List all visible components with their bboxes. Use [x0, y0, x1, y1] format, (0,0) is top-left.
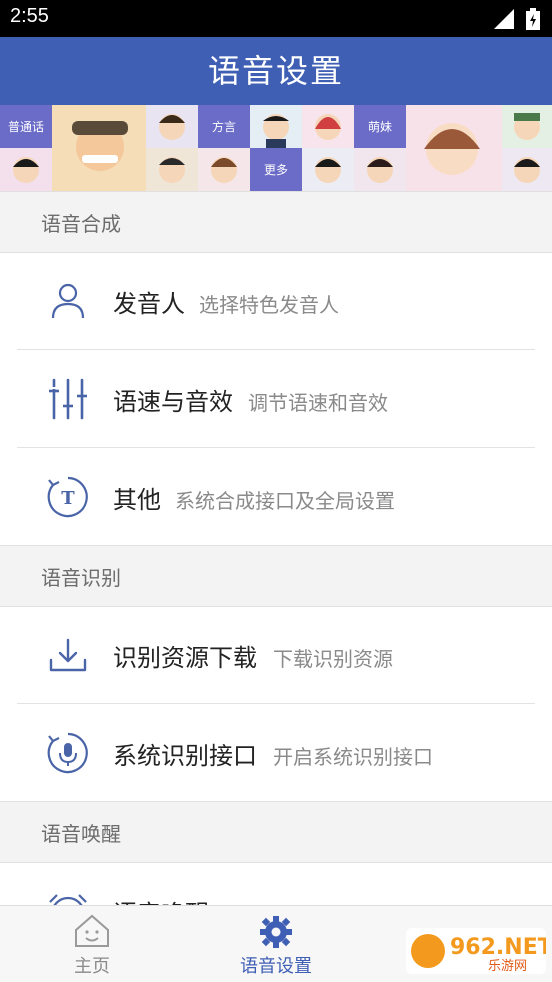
tab-label: 主页	[74, 956, 110, 977]
watermark-text: 962.NET	[450, 935, 546, 960]
text-settings-icon: T	[47, 476, 88, 518]
menu-item-label: 其他	[113, 486, 161, 514]
section-header-label: 语音合成	[41, 212, 121, 236]
person-icon	[51, 283, 85, 319]
mic-refresh-icon	[47, 732, 88, 774]
download-icon	[49, 638, 87, 672]
svg-text:T: T	[61, 488, 75, 509]
signal-icon	[494, 9, 514, 29]
watermark-graphic: 962.NET 乐游网	[406, 928, 552, 974]
gear-icon	[260, 916, 292, 948]
menu-item-system-recognition[interactable]: 系统识别接口 开启系统识别接口	[0, 704, 552, 801]
tab-home[interactable]: 主页	[42, 906, 142, 982]
section-header-label: 语音识别	[41, 566, 121, 590]
menu-item-label: 语速与音效	[113, 388, 233, 416]
menu-item-download-resources[interactable]: 识别资源下载 下载识别资源	[0, 606, 552, 703]
menu-item-description: 调节语速和音效	[248, 391, 388, 415]
menu-item-description: 下载识别资源	[273, 647, 393, 671]
sliders-icon	[49, 378, 87, 420]
menu-item-label: 发音人	[113, 290, 185, 318]
home-icon	[75, 914, 109, 947]
section-header-recognition: 语音识别	[0, 545, 552, 607]
section-header-wakeup: 语音唤醒	[0, 801, 552, 863]
tab-voice-settings[interactable]: 语音设置	[226, 906, 326, 982]
menu-item-label: 系统识别接口	[113, 742, 257, 770]
menu-item-other[interactable]: T 其他 系统合成接口及全局设置	[0, 448, 552, 545]
menu-item-speaker[interactable]: 发音人 选择特色发音人	[0, 252, 552, 349]
status-time: 2:55	[10, 5, 49, 27]
watermark-sub: 乐游网	[488, 959, 527, 974]
banner-tag-cute[interactable]: 萌妹	[354, 105, 406, 148]
app-bar: 语音设置	[0, 37, 552, 105]
section-header-label: 语音唤醒	[41, 822, 121, 846]
menu-item-speed-effects[interactable]: 语速与音效 调节语速和音效	[0, 350, 552, 447]
page-title: 语音设置	[207, 52, 344, 90]
menu-item-description: 选择特色发音人	[199, 293, 339, 317]
voice-banner[interactable]: 普通话 方言 萌妹 更多	[0, 105, 552, 191]
tab-label: 语音设置	[240, 956, 312, 977]
section-header-synthesis: 语音合成	[0, 191, 552, 253]
battery-icon	[526, 8, 540, 30]
menu-item-description: 系统合成接口及全局设置	[175, 489, 395, 513]
banner-tag-mandarin[interactable]: 普通话	[0, 105, 52, 148]
banner-tag-more[interactable]: 更多	[250, 148, 302, 191]
menu-item-description: 开启系统识别接口	[273, 745, 433, 769]
watermark-logo: 962.NET 乐游网	[406, 928, 552, 974]
menu-item-label: 识别资源下载	[113, 644, 257, 672]
banner-tag-dialect[interactable]: 方言	[198, 105, 250, 148]
status-bar: 2:55	[0, 0, 552, 37]
